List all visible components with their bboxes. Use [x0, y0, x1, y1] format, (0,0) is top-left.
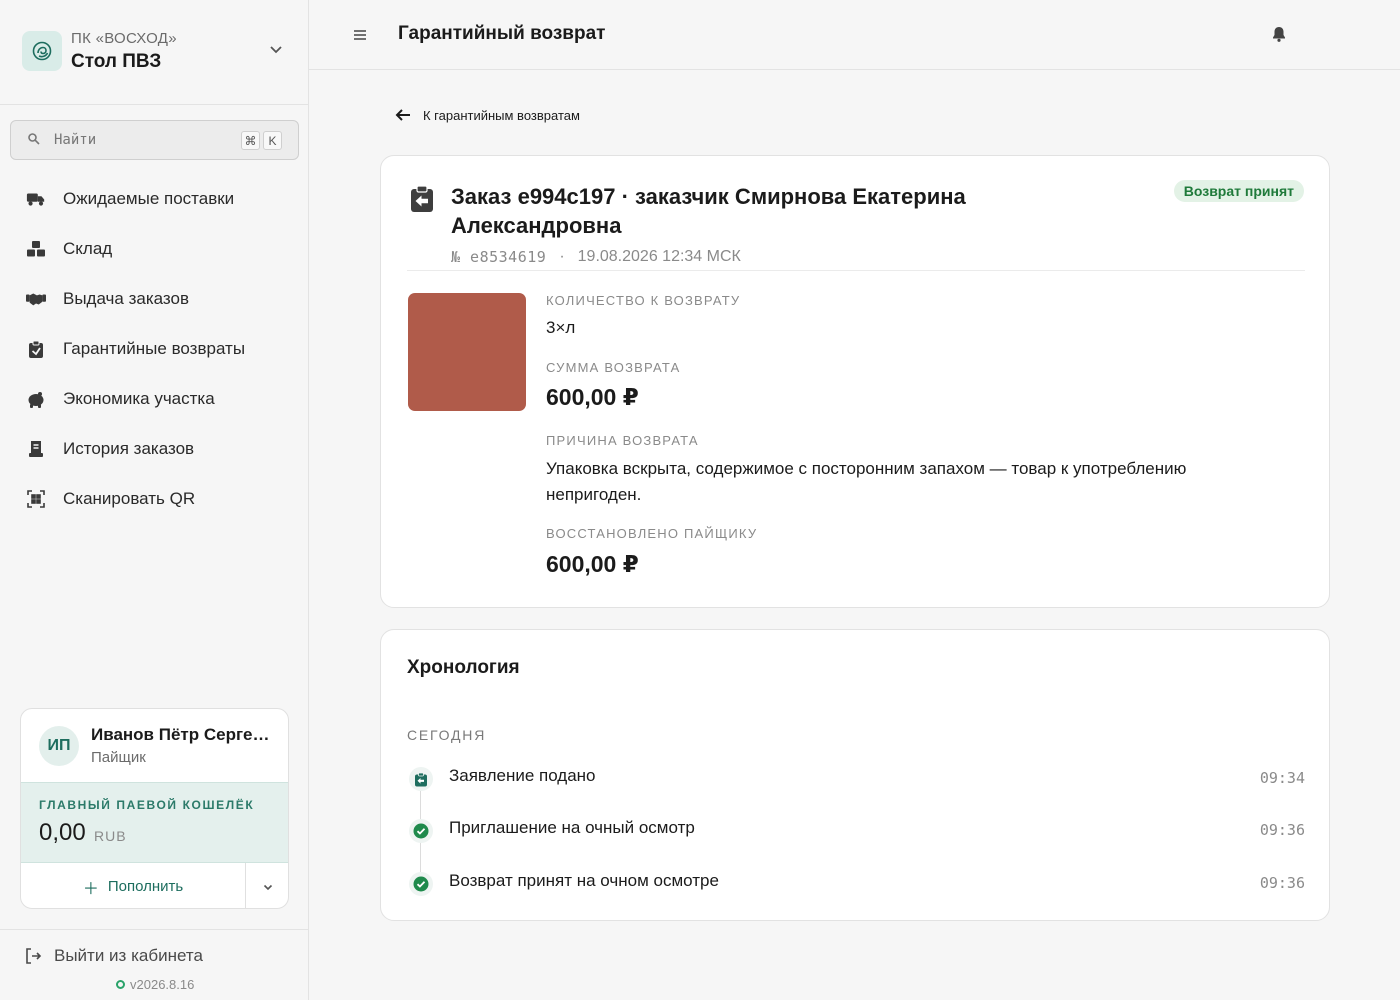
- timeline-label: Приглашение на очный осмотр: [449, 818, 695, 837]
- return-details-card: Заказ e994c197 · заказчик Смирнова Екате…: [380, 155, 1330, 608]
- sidebar-item-label: Гарантийные возвраты: [63, 339, 246, 358]
- sidebar-item-order-history[interactable]: История заказов: [0, 424, 308, 474]
- product-thumbnail: [408, 293, 526, 411]
- chronology-card: Хронология СЕГОДНЯ Заявление подано 09:3…: [380, 629, 1330, 921]
- back-label: К гарантийным возвратам: [423, 107, 580, 123]
- restored-value: 600,00 ₽: [546, 551, 639, 577]
- divider: [0, 929, 308, 930]
- kbd-cmd: ⌘: [241, 131, 260, 150]
- order-datetime: 19.08.2026 12:34 МСК: [577, 248, 741, 265]
- wallet-more-button[interactable]: [246, 863, 288, 908]
- order-title: Заказ e994c197 · заказчик Смирнова Екате…: [451, 184, 966, 238]
- logout-icon: [26, 948, 42, 964]
- truck-icon: [26, 189, 46, 209]
- org-switcher[interactable]: ПК «ВОСХОД» Стол ПВЗ: [0, 0, 308, 105]
- kbd-k: K: [263, 131, 282, 150]
- topup-button[interactable]: ＋ Пополнить: [21, 863, 246, 908]
- avatar[interactable]: ИП: [39, 726, 79, 766]
- sidebar-item-label: Выдача заказов: [63, 289, 190, 308]
- user-role: Пайщик: [91, 749, 146, 766]
- sidebar-item-expected-deliveries[interactable]: Ожидаемые поставки: [0, 174, 308, 224]
- reason-label: ПРИЧИНА ВОЗВРАТА: [546, 433, 699, 448]
- qty-value: 3×л: [546, 318, 576, 337]
- version-text: v2026.8.16: [130, 977, 195, 992]
- wallet-label: ГЛАВНЫЙ ПАЕВОЙ КОШЕЛЁК: [39, 798, 255, 812]
- qty-label: КОЛИЧЕСТВО К ВОЗВРАТУ: [546, 293, 741, 308]
- timeline-label: Возврат принят на очном осмотре: [449, 871, 719, 890]
- wallet-amount: 0,00: [39, 819, 86, 846]
- order-meta: № e8534619 · 19.08.2026 12:34 МСК: [451, 248, 741, 266]
- org-name: Стол ПВЗ: [71, 51, 162, 72]
- sidebar-item-warehouse[interactable]: Склад: [0, 224, 308, 274]
- topup-label: Пополнить: [107, 878, 184, 895]
- user-name: Иванов Пётр Сергеевич: [91, 725, 276, 744]
- boxes-icon: [26, 239, 46, 259]
- clipboard-return-icon: [409, 767, 433, 791]
- sidebar-item-warranty-returns[interactable]: Гарантийные возвраты: [0, 324, 308, 374]
- wallet-currency: RUB: [94, 828, 127, 844]
- check-circle-icon: [409, 819, 433, 843]
- plus-icon: ＋: [82, 880, 99, 898]
- moon-icon[interactable]: [1326, 21, 1352, 49]
- sidebar: ПК «ВОСХОД» Стол ПВЗ Найти ⌘ K Ожидаемые…: [0, 0, 309, 1000]
- bell-icon[interactable]: [1270, 25, 1288, 43]
- wallet-panel: ГЛАВНЫЙ ПАЕВОЙ КОШЕЛЁК 0,00 RUB: [21, 782, 288, 863]
- check-circle-icon: [409, 872, 433, 896]
- restored-label: ВОССТАНОВЛЕНО ПАЙЩИКУ: [546, 526, 758, 541]
- org-kind: ПК «ВОСХОД»: [71, 30, 177, 47]
- piggy-bank-icon: [26, 389, 46, 409]
- arrow-left-icon: [395, 109, 410, 121]
- search-icon: [28, 133, 40, 145]
- timeline-item: Заявление подано 09:34: [407, 764, 1305, 791]
- timeline-time: 09:36: [1259, 821, 1305, 839]
- timeline-item: Приглашение на очный осмотр 09:36: [407, 816, 1305, 843]
- sidebar-item-economics[interactable]: Экономика участка: [0, 374, 308, 424]
- divider: [407, 270, 1305, 271]
- version-badge: v2026.8.16: [116, 977, 194, 992]
- timeline-item: Возврат принят на очном осмотре 09:36: [407, 869, 1305, 896]
- receipt-icon: [26, 439, 46, 459]
- timeline-time: 09:34: [1259, 769, 1305, 787]
- logout-button[interactable]: Выйти из кабинета: [24, 946, 203, 966]
- reason-value: Упаковка вскрыта, содержимое с посторонн…: [546, 459, 1187, 504]
- sidebar-item-label: Сканировать QR: [63, 489, 196, 508]
- user-card: ИП Иванов Пётр Сергеевич Пайщик ГЛАВНЫЙ …: [20, 708, 289, 909]
- sidebar-item-label: Экономика участка: [63, 389, 215, 408]
- status-dot-icon: [116, 980, 125, 989]
- chronology-day: СЕГОДНЯ: [407, 727, 487, 743]
- sidebar-item-order-pickup[interactable]: Выдача заказов: [0, 274, 308, 324]
- sum-value: 600,00 ₽: [546, 384, 639, 410]
- menu-icon[interactable]: [350, 25, 370, 45]
- sidebar-item-label: Ожидаемые поставки: [63, 189, 235, 208]
- sum-label: СУММА ВОЗВРАТА: [546, 360, 681, 375]
- timeline-time: 09:36: [1259, 874, 1305, 892]
- chevron-down-icon[interactable]: [267, 40, 285, 58]
- clipboard-return-icon: [26, 339, 46, 359]
- logout-label: Выйти из кабинета: [54, 946, 203, 965]
- page-title: Гарантийный возврат: [398, 23, 606, 44]
- meta-separator: ·: [559, 248, 565, 265]
- status-badge: Возврат принят: [1173, 180, 1304, 202]
- sidebar-item-label: Склад: [63, 239, 113, 258]
- chevron-down-icon: [263, 884, 273, 890]
- sidebar-nav: Ожидаемые поставки Склад Выдача заказов …: [0, 174, 308, 524]
- qr-icon: [26, 489, 46, 509]
- org-logo-icon: [22, 31, 62, 71]
- top-header: Гарантийный возврат: [309, 0, 1400, 70]
- search-placeholder: Найти: [54, 132, 97, 148]
- sidebar-item-scan-qr[interactable]: Сканировать QR: [0, 474, 308, 524]
- order-number: № e8534619: [451, 248, 547, 266]
- clipboard-return-icon: [411, 185, 433, 212]
- chronology-title: Хронология: [407, 657, 520, 678]
- search-input[interactable]: Найти ⌘ K: [10, 120, 299, 160]
- sidebar-item-label: История заказов: [63, 439, 195, 458]
- back-link[interactable]: К гарантийным возвратам: [394, 107, 580, 123]
- timeline-label: Заявление подано: [449, 766, 596, 785]
- handshake-icon: [26, 289, 46, 309]
